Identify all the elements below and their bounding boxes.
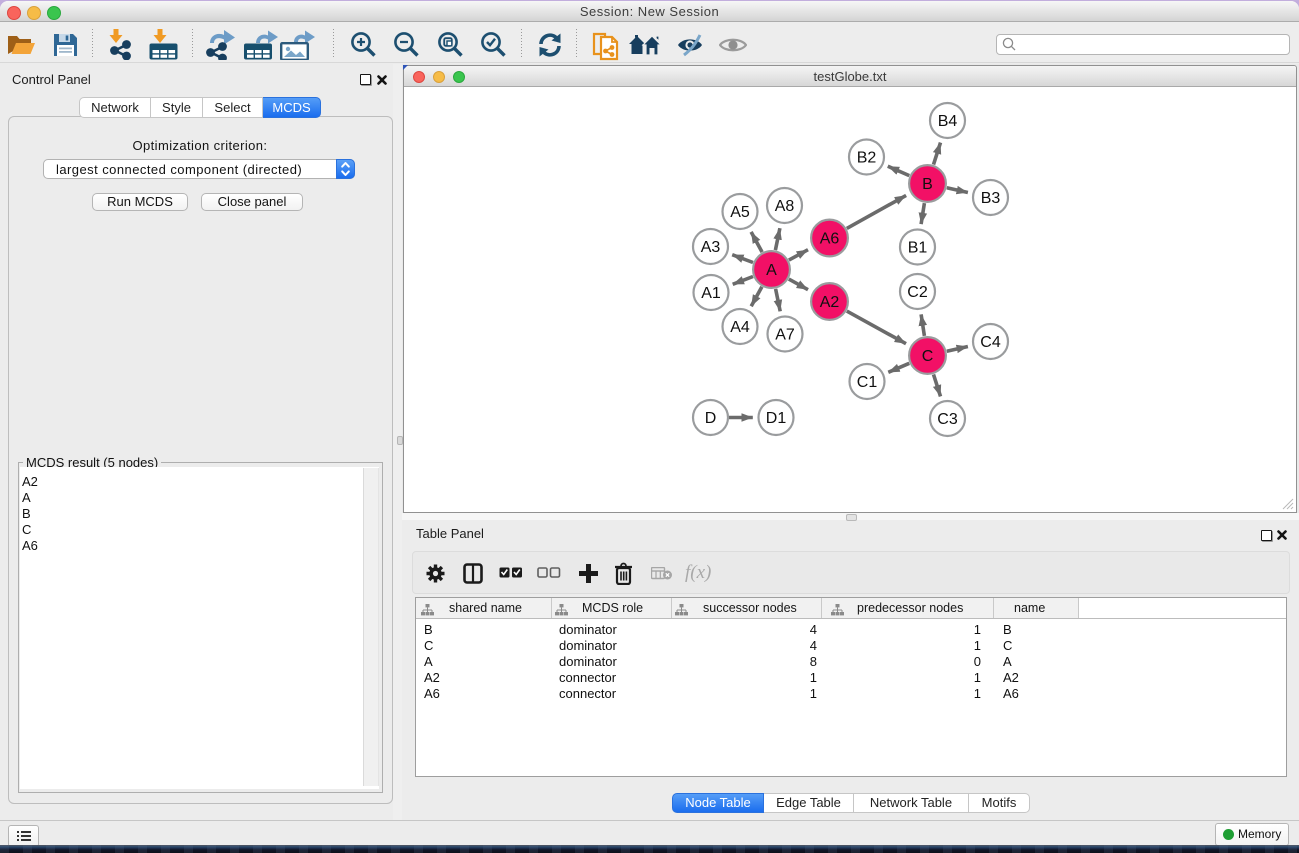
svg-text:A1: A1: [701, 285, 721, 302]
svg-text:C: C: [922, 348, 934, 365]
svg-text:A7: A7: [775, 327, 795, 344]
svg-text:B2: B2: [857, 150, 877, 167]
svg-text:A2: A2: [820, 294, 840, 311]
svg-text:A6: A6: [820, 231, 840, 248]
svg-text:C4: C4: [980, 334, 1001, 351]
svg-text:B: B: [922, 176, 933, 193]
svg-text:B4: B4: [938, 113, 958, 130]
svg-text:D1: D1: [766, 410, 787, 427]
svg-text:A5: A5: [730, 204, 750, 221]
svg-text:C3: C3: [937, 411, 958, 428]
svg-text:C1: C1: [857, 374, 878, 391]
svg-text:A3: A3: [701, 239, 721, 256]
svg-text:C2: C2: [907, 284, 928, 301]
svg-text:D: D: [705, 410, 717, 427]
svg-text:A: A: [766, 262, 777, 279]
svg-text:B1: B1: [908, 240, 928, 257]
svg-text:A8: A8: [775, 198, 795, 215]
svg-text:B3: B3: [981, 190, 1001, 207]
svg-text:A4: A4: [730, 319, 750, 336]
